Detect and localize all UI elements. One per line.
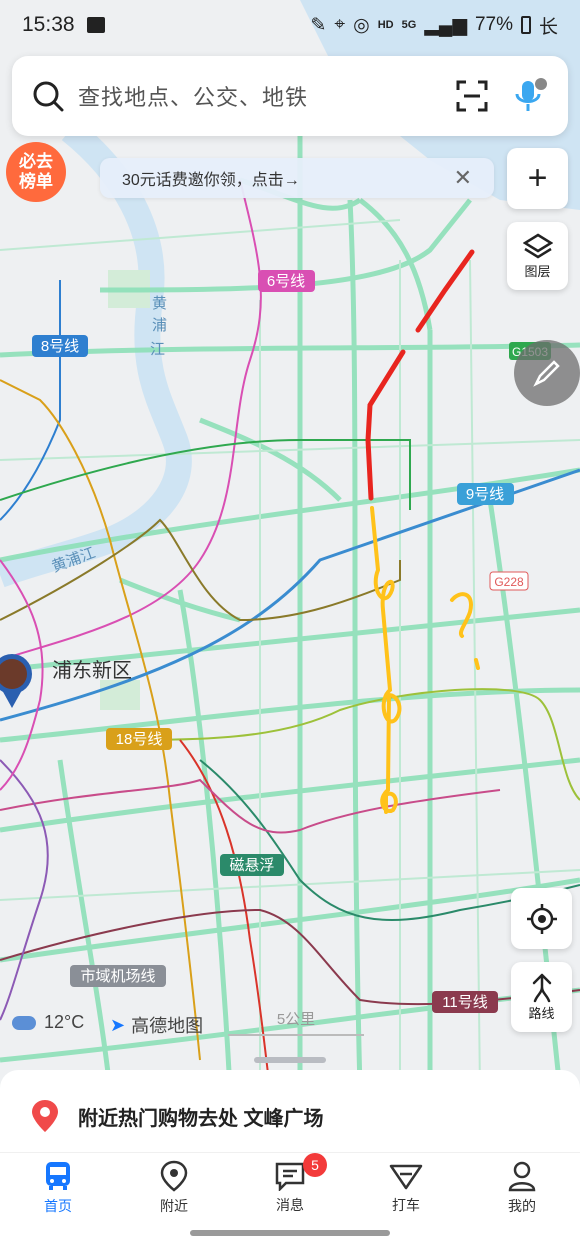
user-icon — [508, 1161, 536, 1191]
drag-handle[interactable] — [254, 1057, 326, 1063]
gallery-icon — [86, 17, 105, 33]
signal-icon: ▂▄▆ — [424, 14, 467, 36]
line9-label: 9号线 — [466, 486, 504, 503]
promo-badge[interactable]: 必去 榜单 — [6, 142, 72, 202]
promo-badge-line2: 榜单 — [19, 172, 53, 191]
bottom-tab-bar: 首页 附近 5 消息 打车 我的 — [0, 1152, 580, 1222]
line11-label: 11号线 — [442, 994, 488, 1011]
river-label-1: 黄 — [152, 295, 167, 312]
tab-home[interactable]: 首页 — [0, 1153, 116, 1222]
tab-taxi-label: 打车 — [392, 1196, 420, 1213]
layers-icon — [522, 233, 553, 258]
home-indicator — [190, 1230, 390, 1236]
promo-banner[interactable]: 30元话费邀你领，点击→ ✕ — [100, 158, 494, 198]
bus-icon — [46, 1161, 70, 1190]
location-pin-outline-icon — [160, 1160, 188, 1192]
tab-profile-label: 我的 — [508, 1197, 536, 1214]
brand-name: 高德地图 — [131, 1016, 204, 1036]
line6-label: 6号线 — [267, 273, 305, 290]
route-arrow-icon — [532, 973, 551, 1002]
search-input[interactable]: 查找地点、公交、地铁 — [78, 80, 308, 112]
route-button[interactable]: 路线 — [511, 962, 572, 1032]
search-bar[interactable]: 查找地点、公交、地铁 — [12, 56, 568, 136]
tab-nearby-label: 附近 — [160, 1197, 188, 1214]
river-label-2: 浦 — [152, 317, 167, 334]
scan-icon[interactable] — [456, 80, 488, 112]
layers-button[interactable]: 图层 — [507, 222, 568, 290]
tab-taxi[interactable]: 打车 — [348, 1153, 464, 1222]
promo-badge-line1: 必去 — [19, 152, 53, 171]
brand-logo: ➤ 高德地图 — [110, 1012, 203, 1038]
battery-level: 77% — [474, 14, 513, 35]
network-type: 5G — [401, 19, 417, 31]
taxi-icon — [389, 1164, 423, 1189]
layers-label: 图层 — [524, 263, 551, 279]
tab-messages-label: 消息 — [276, 1196, 304, 1213]
scale-text: 5公里 — [276, 1011, 316, 1028]
pen-icon — [533, 360, 560, 387]
district-label: 浦东新区 — [52, 659, 132, 682]
voice-mic-icon[interactable] — [514, 78, 548, 114]
airport-line-label: 市域机场线 — [80, 968, 155, 985]
tab-profile[interactable]: 我的 — [464, 1153, 580, 1222]
draw-button[interactable] — [514, 340, 580, 406]
tab-nearby[interactable]: 附近 — [116, 1153, 232, 1222]
cloud-icon — [12, 1015, 36, 1030]
message-count-badge: 5 — [303, 1153, 327, 1177]
amap-logo-icon: ➤ — [110, 1014, 126, 1035]
maglev-label: 磁悬浮 — [229, 857, 274, 874]
crosshair-icon — [526, 903, 557, 934]
hd-indicator: HD — [377, 19, 394, 31]
location-pin-icon — [32, 1100, 58, 1132]
status-icons: ✎ ⌖ ◎ HD 5G ▂▄▆ 77% 长 — [310, 12, 558, 39]
search-icon — [33, 81, 64, 112]
status-bar: 15:38 ✎ ⌖ ◎ HD 5G ▂▄▆ 77% 长 — [0, 0, 580, 50]
tab-messages[interactable]: 5 消息 — [232, 1153, 348, 1222]
status-time: 15:38 — [22, 13, 75, 36]
line18-label: 18号线 — [116, 731, 163, 748]
line8-label: 8号线 — [41, 338, 79, 355]
pen-status-icon: ✎ — [310, 14, 327, 36]
promo-text: 30元话费邀你领，点击→ — [122, 172, 300, 189]
tab-home-label: 首页 — [44, 1197, 72, 1214]
locate-button[interactable] — [511, 888, 572, 949]
weather-widget[interactable]: 12°C — [12, 1012, 84, 1033]
g228-label: G228 — [494, 575, 524, 589]
message-icon — [275, 1162, 305, 1191]
bottom-panel: 附近热门购物去处 文峰广场 首页 附近 5 消息 打车 我的 — [0, 1070, 580, 1244]
plus-icon: + — [527, 159, 548, 197]
route-label: 路线 — [528, 1005, 555, 1021]
battery-icon — [520, 16, 531, 34]
hotspot-icon: ◎ — [353, 14, 370, 36]
nearby-recommendation[interactable]: 附近热门购物去处 文峰广场 — [30, 1098, 324, 1134]
zoom-in-button[interactable]: + — [507, 148, 568, 209]
river-label-3: 江 — [150, 341, 165, 358]
close-icon[interactable]: ✕ — [454, 165, 472, 191]
map-scale: 5公里 — [228, 1008, 364, 1036]
nearby-text: 附近热门购物去处 文峰广场 — [78, 1107, 324, 1130]
temperature: 12°C — [44, 1012, 85, 1032]
status-extra: 长 — [538, 16, 558, 38]
location-status-icon: ⌖ — [334, 14, 346, 35]
